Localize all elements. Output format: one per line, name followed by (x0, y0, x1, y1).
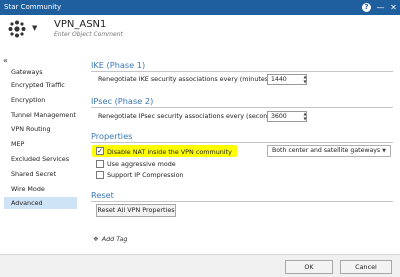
add-tag-link[interactable]: ❖ Add Tag (93, 235, 127, 243)
window-titlebar: Star Community ? — ✕ (0, 0, 400, 15)
sidebar-item-vpn-routing[interactable]: VPN Routing (4, 123, 77, 135)
sidebar-item-encryption[interactable]: Encryption (4, 94, 77, 106)
window-title: Star Community (4, 3, 62, 11)
reset-section-title: Reset (91, 190, 114, 200)
cancel-button[interactable]: Cancel (340, 260, 392, 274)
object-menu-caret[interactable]: ▼ (32, 24, 37, 32)
chevron-down-icon: ▼ (382, 148, 386, 154)
ipsec-section-title: IPsec (Phase 2) (91, 96, 154, 106)
sidebar-item-advanced[interactable]: Advanced (4, 197, 77, 209)
ip-compression-label: Support IP Compression (107, 171, 184, 179)
sidebar-item-shared-secret[interactable]: Shared Secret (4, 168, 77, 180)
disable-nat-checkbox[interactable]: ✓ (96, 147, 104, 155)
properties-divider (91, 142, 393, 143)
object-comment-field[interactable]: Enter Object Comment (54, 31, 123, 38)
disable-nat-label: Disable NAT inside the VPN community (107, 148, 232, 156)
collapse-sidebar-button[interactable]: « (3, 56, 8, 65)
add-tag-label: Add Tag (101, 235, 128, 243)
ipsec-divider (91, 107, 393, 108)
sidebar-item-gateways[interactable]: Gateways (4, 66, 77, 78)
help-icon[interactable]: ? (362, 3, 371, 12)
tag-icon: ❖ (93, 235, 99, 243)
minimize-icon[interactable]: — (375, 2, 386, 13)
nat-scope-value: Both center and satellite gateways (272, 147, 381, 154)
aggressive-mode-checkbox[interactable] (96, 160, 104, 168)
nat-scope-select[interactable]: Both center and satellite gateways ▼ (267, 145, 391, 157)
sidebar-item-excluded-services[interactable]: Excluded Services (4, 153, 77, 165)
aggressive-mode-label: Use aggressive mode (107, 160, 176, 168)
ipsec-renegotiate-label: Renegotiate IPsec security associations … (98, 112, 280, 120)
close-icon[interactable]: ✕ (388, 2, 399, 13)
ipsec-renegotiate-input[interactable]: 3600 (267, 111, 307, 122)
reset-divider (91, 201, 393, 202)
object-name[interactable]: VPN_ASN1 (54, 19, 106, 30)
properties-section-title: Properties (91, 131, 133, 141)
sidebar-item-encrypted-traffic[interactable]: Encrypted Traffic (4, 79, 77, 91)
reset-all-vpn-properties-button[interactable]: Reset All VPN Properties (96, 204, 176, 217)
ipsec-spin-buttons[interactable]: ▲ ▼ (302, 111, 308, 122)
ike-section-title: IKE (Phase 1) (91, 60, 146, 70)
sidebar-item-wire-mode[interactable]: Wire Mode (4, 183, 77, 195)
sidebar-item-tunnel-management[interactable]: Tunnel Management (4, 109, 77, 121)
ok-button[interactable]: OK (285, 260, 333, 274)
ike-spin-buttons[interactable]: ▲ ▼ (302, 74, 308, 85)
ike-renegotiate-input[interactable]: 1440 (267, 74, 307, 85)
ike-divider (91, 71, 393, 72)
sidebar-item-mep[interactable]: MEP (4, 138, 77, 150)
ike-renegotiate-label: Renegotiate IKE security associations ev… (98, 75, 273, 83)
community-icon (8, 20, 26, 38)
ip-compression-checkbox[interactable] (96, 171, 104, 179)
